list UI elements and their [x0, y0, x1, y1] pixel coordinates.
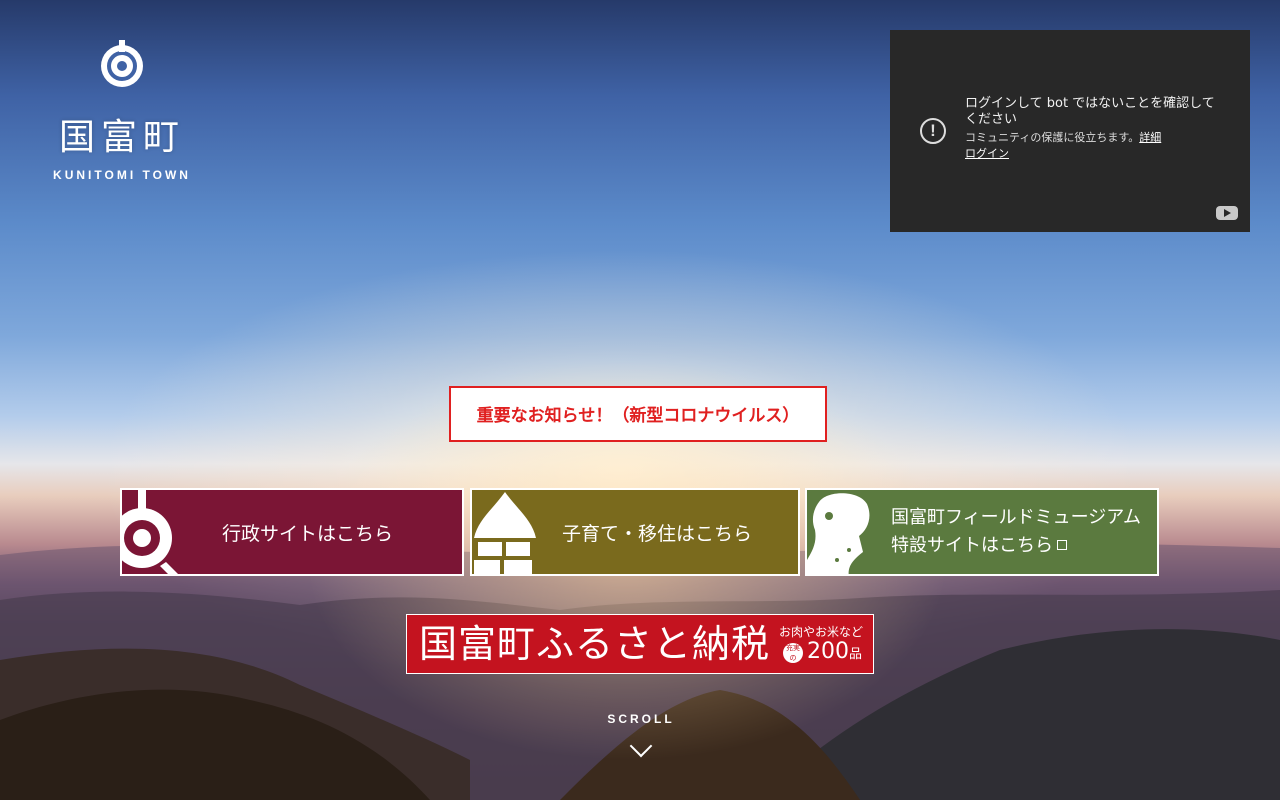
town-emblem-icon — [101, 40, 143, 87]
external-link-icon — [1057, 540, 1067, 550]
furusato-tax-banner[interactable]: 国富町ふるさと納税 お肉やお米など 充実の 200品 — [406, 614, 874, 674]
alert-icon: ! — [920, 118, 946, 144]
furusato-subtitle: お肉やお米など — [778, 625, 863, 639]
furusato-count-number: 200 — [807, 639, 849, 664]
childcare-migration-label: 子育て・移住はこちら — [562, 522, 753, 545]
furusato-badge: 充実の — [783, 643, 803, 663]
details-link[interactable]: 詳細 — [1139, 131, 1161, 144]
childcare-migration-button[interactable]: 子育て・移住はこちら — [470, 488, 800, 576]
rice-ball-icon — [474, 492, 536, 574]
login-link[interactable]: ログイン — [965, 147, 1009, 160]
scroll-label: SCROLL — [607, 712, 675, 726]
field-museum-label-line1: 国富町フィールドミュージアム — [891, 507, 1142, 528]
covid-notice-button[interactable]: 重要なお知らせ！（新型コロナウイルス） — [449, 386, 827, 442]
town-emblem-icon — [122, 490, 178, 574]
town-name-english: KUNITOMI TOWN — [53, 168, 191, 182]
video-message: ログインして bot ではないことを確認してください コミュニティの保護に役立ち… — [965, 96, 1225, 162]
town-name: 国富町 — [58, 117, 185, 158]
field-museum-label: 国富町フィールドミュージアム 特設サイトはこちら — [891, 490, 1141, 574]
administration-site-button[interactable]: 行政サイトはこちら — [120, 488, 464, 576]
furusato-count: 200品 — [807, 639, 862, 664]
site-logo[interactable]: 国富町 KUNITOMI TOWN — [40, 38, 204, 182]
field-museum-button[interactable]: 国富町フィールドミュージアム 特設サイトはこちら — [805, 488, 1159, 576]
face-illustration-icon — [807, 493, 870, 574]
scroll-indicator[interactable]: SCROLL — [596, 712, 686, 758]
chevron-down-icon — [629, 734, 653, 758]
video-title: ログインして bot ではないことを確認してください — [965, 96, 1215, 127]
administration-site-label: 行政サイトはこちら — [222, 522, 394, 545]
youtube-icon[interactable] — [1216, 206, 1238, 220]
video-desc-text: コミュニティの保護に役立ちます。 — [965, 131, 1140, 144]
field-museum-label-line2: 特設サイトはこちら — [891, 535, 1053, 556]
furusato-title: 国富町ふるさと納税 — [419, 622, 771, 666]
furusato-count-unit: 品 — [849, 647, 863, 662]
video-description: コミュニティの保護に役立ちます。詳細 ログイン — [965, 130, 1225, 162]
video-embed[interactable]: ! ログインして bot ではないことを確認してください コミュニティの保護に役… — [890, 30, 1250, 232]
